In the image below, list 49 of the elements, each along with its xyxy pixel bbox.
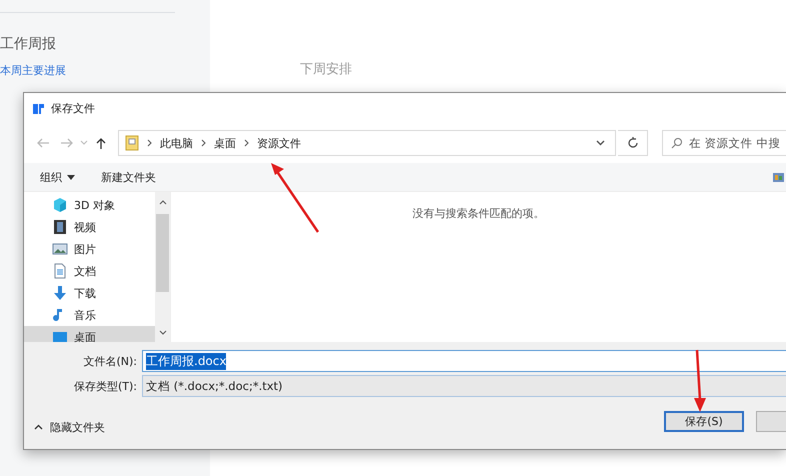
caret-icon [34, 424, 43, 430]
refresh-button[interactable] [618, 130, 648, 156]
file-name-field[interactable]: 工作周报.docx [142, 350, 786, 372]
scroll-down-icon[interactable] [158, 330, 166, 334]
nav-item[interactable]: 文档 [24, 260, 155, 282]
scrollbar[interactable] [155, 192, 170, 342]
app-icon [32, 102, 45, 114]
nav-item[interactable]: 下载 [24, 282, 155, 304]
scroll-up-icon[interactable] [158, 200, 166, 204]
breadcrumb[interactable]: 此电脑 [160, 136, 193, 150]
view-icon[interactable] [773, 172, 784, 182]
chevron-icon [244, 139, 249, 147]
chevron-icon [201, 139, 206, 147]
chevron-icon[interactable] [596, 140, 604, 146]
arrow-drawing [271, 163, 320, 233]
down-arrow-icon [52, 285, 68, 301]
film-icon [52, 219, 68, 235]
document-icon [52, 263, 68, 279]
nav-item[interactable]: 视频 [24, 216, 155, 238]
arrow-drawing [694, 350, 706, 412]
breadcrumb[interactable]: 桌面 [214, 136, 236, 150]
nav-item[interactable]: 音乐 [24, 304, 155, 326]
file-name-label: 文件名(N): [82, 354, 138, 368]
nav-item[interactable]: 图片 [24, 238, 155, 260]
section-heading: 下周安排 [300, 61, 353, 78]
search-icon [671, 137, 683, 149]
empty-message: 没有与搜索条件匹配的项。 [412, 206, 544, 222]
chevron-icon [147, 139, 152, 147]
nav-item[interactable]: 桌面 [24, 326, 155, 342]
dialog-button[interactable] [756, 410, 786, 432]
save-button[interactable]: 保存(S) [664, 410, 744, 432]
panel-title: 工作周报 [0, 35, 57, 53]
search-field[interactable]: 在 资源文件 中搜 [662, 130, 786, 156]
nav-item[interactable]: 3D 对象 [24, 194, 155, 216]
file-type-label: 保存类型(T): [72, 378, 138, 394]
cube-icon [52, 197, 68, 213]
organize-button[interactable]: 组织 [40, 170, 75, 184]
picture-icon [52, 241, 68, 257]
folder-icon [125, 135, 139, 151]
dialog-title: 保存文件 [51, 100, 95, 116]
refresh-icon [626, 137, 638, 149]
address-bar[interactable]: 此电脑 桌面 资源文件 [118, 130, 616, 156]
caret-icon [67, 174, 75, 180]
file-type-dropdown[interactable]: 文档 (*.docx;*.doc;*.txt) [142, 375, 786, 397]
desktop-icon [52, 329, 68, 342]
hide-folders-button[interactable]: 隐藏文件夹 [34, 420, 105, 434]
new-folder-button[interactable]: 新建文件夹 [101, 170, 156, 184]
breadcrumb[interactable]: 资源文件 [257, 136, 301, 150]
section-link[interactable]: 本周主要进展 [0, 63, 210, 78]
